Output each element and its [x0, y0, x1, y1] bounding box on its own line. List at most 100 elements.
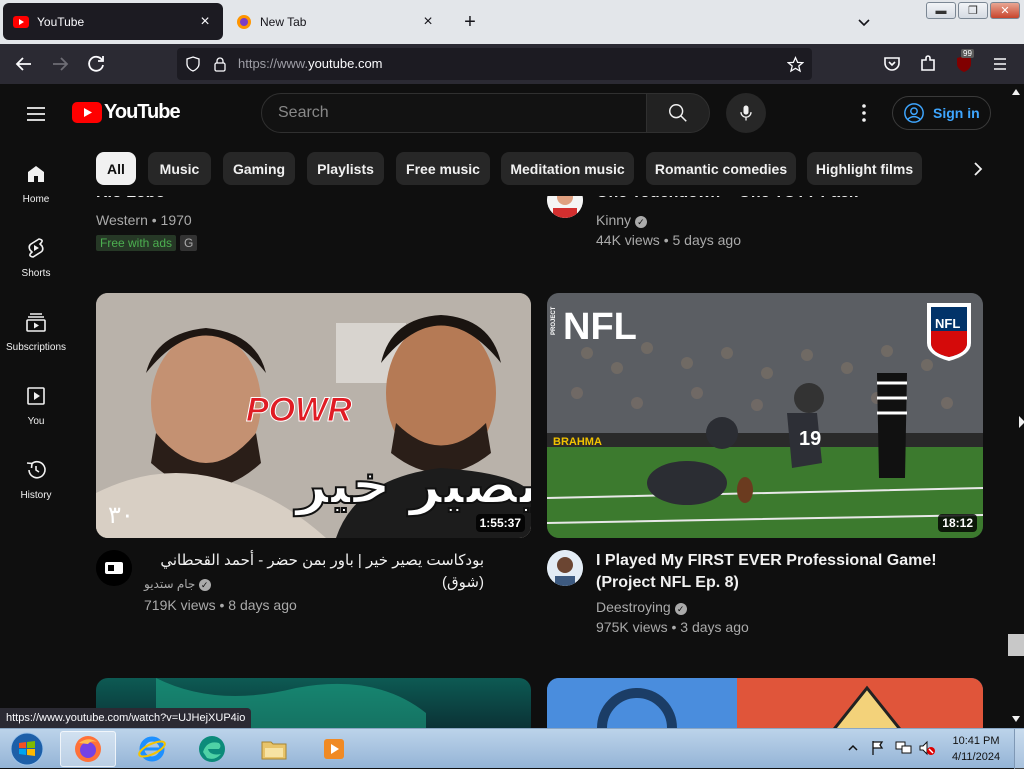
scroll-up-arrow-icon[interactable] — [1012, 88, 1020, 96]
minimize-window-button[interactable]: ▬ — [926, 2, 956, 19]
taskbar-media-player[interactable] — [306, 731, 362, 767]
tab-youtube[interactable]: YouTube × — [3, 3, 223, 40]
channel-name[interactable]: Kinny ✓ — [596, 210, 647, 230]
hamburger-menu-icon[interactable] — [988, 52, 1012, 76]
channel-avatar[interactable] — [96, 550, 132, 586]
lock-icon[interactable] — [212, 56, 228, 72]
sidebar-item-home[interactable]: Home — [0, 162, 72, 236]
close-tab-icon[interactable]: × — [197, 13, 213, 31]
tab-new-tab[interactable]: New Tab × — [226, 3, 446, 40]
video-title-line-2[interactable]: (Project NFL Ep. 8) — [596, 572, 739, 594]
chip-highlight-films[interactable]: Highlight films — [807, 152, 922, 185]
search-button[interactable] — [646, 93, 710, 133]
deestroying-avatar-icon — [547, 550, 583, 586]
taskbar-firefox[interactable] — [60, 731, 116, 767]
rating-badge: G — [180, 235, 198, 251]
close-tab-icon[interactable]: × — [420, 13, 436, 31]
brahma-banner-text: BRAHMA — [553, 436, 602, 448]
sign-in-button[interactable]: Sign in — [892, 96, 991, 130]
guide-menu-icon[interactable] — [24, 102, 48, 126]
chip-meditation-music[interactable]: Meditation music — [501, 152, 634, 185]
network-icon[interactable] — [895, 740, 913, 756]
show-desktop-button[interactable] — [1014, 729, 1024, 769]
video-thumbnail[interactable] — [547, 678, 983, 728]
channel-avatar[interactable] — [547, 550, 583, 586]
scroll-right-arrow-icon[interactable] — [1019, 416, 1024, 428]
tab-title: New Tab — [260, 14, 307, 29]
volume-muted-icon[interactable] — [918, 740, 936, 756]
show-hidden-icons-arrow-icon[interactable] — [848, 743, 858, 753]
sidebar-item-you[interactable]: You — [0, 384, 72, 458]
sidebar-item-history[interactable]: History — [0, 458, 72, 532]
windows-taskbar: 10:41 PM 4/11/2024 — [0, 728, 1024, 769]
clock-date: 4/11/2024 — [951, 751, 1001, 763]
history-icon — [26, 460, 46, 479]
sidebar-item-label: Shorts — [21, 268, 51, 279]
video-thumbnail[interactable]: POWR يصير خير ٣٠ 1:55:37 — [96, 293, 531, 538]
new-tab-plus-icon[interactable]: + — [459, 11, 481, 33]
pocket-icon[interactable] — [880, 52, 904, 76]
scroll-thumb[interactable] — [1008, 634, 1024, 656]
video-meta: Western • 1970 — [96, 212, 192, 228]
internet-explorer-icon — [138, 736, 166, 762]
ublock-extension-icon[interactable]: 99 — [952, 49, 976, 76]
project-nfl-logo-text: NFL — [563, 306, 637, 348]
chip-playlists[interactable]: Playlists — [307, 152, 384, 185]
taskbar-edge[interactable] — [184, 731, 240, 767]
windows-start-orb-icon — [10, 732, 44, 766]
chip-all[interactable]: All — [96, 152, 136, 185]
clock-time: 10:41 PM — [952, 735, 1000, 747]
taskbar-internet-explorer[interactable] — [124, 731, 180, 767]
more-options-kebab-icon[interactable] — [852, 101, 876, 125]
scroll-down-arrow-icon[interactable] — [1012, 715, 1020, 723]
system-clock[interactable]: 10:41 PM 4/11/2024 — [940, 733, 1012, 765]
taskbar-file-explorer[interactable] — [246, 731, 302, 767]
forward-arrow-icon[interactable] — [48, 52, 72, 76]
channel-name[interactable]: Deestroying ✓ — [596, 597, 687, 617]
voice-search-button[interactable] — [726, 93, 766, 133]
video-meta: 975K views • 3 days ago — [596, 619, 749, 635]
page-scrollbar[interactable] — [1008, 84, 1024, 728]
nfl-shield-text: NFL — [935, 316, 960, 331]
reload-icon[interactable] — [84, 52, 108, 76]
extensions-puzzle-icon[interactable] — [916, 52, 940, 76]
edge-icon — [199, 736, 225, 762]
back-arrow-icon[interactable] — [12, 52, 36, 76]
nfl-thumbnail-image: BRAHMA 19 PROJECT NFL NFL — [547, 293, 983, 538]
chip-romantic-comedies[interactable]: Romantic comedies — [646, 152, 796, 185]
search-box[interactable] — [261, 93, 647, 133]
channel-name[interactable]: جام ستديو ✓ — [144, 574, 211, 594]
podcast-thumbnail-image: POWR يصير خير ٣٠ — [96, 293, 531, 538]
chip-gaming[interactable]: Gaming — [223, 152, 295, 185]
firefox-icon — [75, 736, 101, 762]
url-text[interactable]: https://www.youtube.com — [238, 56, 383, 71]
sidebar-item-shorts[interactable]: Shorts — [0, 236, 72, 310]
video-duration: 18:12 — [938, 514, 977, 532]
youtube-logo[interactable]: YouTube — [72, 101, 181, 124]
episode-number-overlay: ٣٠ — [108, 501, 134, 529]
verified-check-icon: ✓ — [674, 603, 687, 615]
powr-logo-text: POWR — [246, 391, 352, 429]
account-circle-icon — [904, 103, 924, 123]
bookmark-star-icon[interactable] — [787, 56, 804, 73]
tracking-shield-icon[interactable] — [185, 56, 201, 72]
browser-nav-bar: https://www.youtube.com 99 — [0, 44, 1024, 84]
tab-title: YouTube — [37, 14, 85, 29]
close-window-button[interactable]: ✕ — [990, 2, 1020, 19]
list-all-tabs-chevron-icon[interactable] — [856, 14, 872, 30]
home-icon — [28, 166, 44, 182]
chip-music[interactable]: Music — [148, 152, 211, 185]
video-title-line-1[interactable]: I Played My FIRST EVER Professional Game… — [596, 550, 937, 572]
verified-check-icon: ✓ — [634, 216, 647, 228]
url-bar[interactable]: https://www.youtube.com — [177, 48, 812, 80]
sidebar-item-subscriptions[interactable]: Subscriptions — [0, 310, 72, 384]
status-url-overlay: https://www.youtube.com/watch?v=UJHejXUP… — [0, 708, 252, 728]
video-thumbnail[interactable]: BRAHMA 19 PROJECT NFL NFL 18:12 — [547, 293, 983, 538]
restore-window-button[interactable]: ❐ — [958, 2, 988, 19]
search-input[interactable] — [278, 104, 628, 122]
start-button[interactable] — [2, 731, 52, 767]
chips-next-chevron-icon[interactable] — [966, 157, 990, 181]
chip-free-music[interactable]: Free music — [396, 152, 490, 185]
action-center-flag-icon[interactable] — [870, 740, 886, 756]
sidebar-item-label: Home — [22, 194, 50, 205]
